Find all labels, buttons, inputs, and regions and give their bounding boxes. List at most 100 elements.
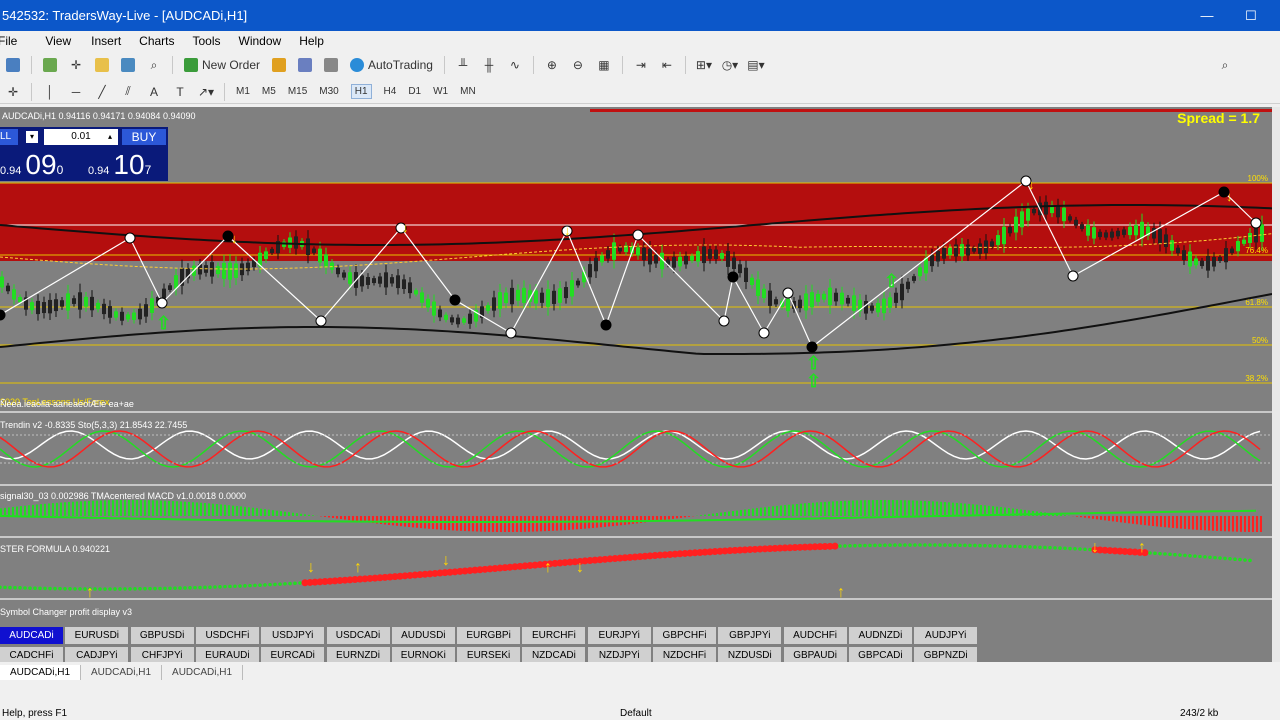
timeframe-m30[interactable]: M30 <box>319 86 338 97</box>
symbol-button-gbpchfi[interactable]: GBPCHFi <box>653 627 716 644</box>
autotrading-button[interactable]: AutoTrading <box>347 55 436 75</box>
symbol-button-gbpusdi[interactable]: GBPUSDi <box>130 627 194 644</box>
symbol-button-cadjpyi[interactable]: CADJPYi <box>65 647 129 662</box>
line-chart-icon[interactable]: ∿ <box>505 55 525 75</box>
menu-window[interactable]: Window <box>239 34 292 48</box>
symbol-button-nzdjpyi[interactable]: NZDJPYi <box>587 647 651 662</box>
sell-price[interactable]: 0.94 09 0 <box>0 149 63 180</box>
chart-tab[interactable]: AUDCADi,H1 <box>0 664 82 680</box>
horizontal-line-icon[interactable]: ─ <box>66 82 86 102</box>
candles-icon[interactable]: ╫ <box>479 55 499 75</box>
timeframe-w1[interactable]: W1 <box>433 86 448 97</box>
symbol-button-gbpaudi[interactable]: GBPAUDi <box>783 647 847 662</box>
timeframe-mn[interactable]: MN <box>460 86 476 97</box>
timeframe-m15[interactable]: M15 <box>288 86 307 97</box>
symbol-button-audjpyi[interactable]: AUDJPYi <box>914 627 978 644</box>
menu-insert[interactable]: Insert <box>91 34 131 48</box>
candle-body <box>1068 216 1072 221</box>
new-order-button[interactable]: New Order <box>181 55 263 75</box>
menu-help[interactable]: Help <box>299 34 334 48</box>
text-icon[interactable]: A <box>144 82 164 102</box>
macd-bar <box>872 500 874 516</box>
timeframe-h1[interactable]: H1 <box>350 84 372 99</box>
timeframe-m1[interactable]: M1 <box>236 86 250 97</box>
symbol-button-cadchfi[interactable]: CADCHFi <box>0 647 63 662</box>
new-chart-icon[interactable] <box>3 55 23 75</box>
price-chart[interactable]: 100%76.4%61.8%50%38.2%⇧⇧⇧⇧↓↓↓↓↓↑↓ ↑ ↓ ↑ ↓↑↓ ↑ <box>0 107 1272 662</box>
zoom-out-icon[interactable]: ⊖ <box>568 55 588 75</box>
symbol-button-gbpnzdi[interactable]: GBPNZDi <box>914 647 978 662</box>
symbol-button-eurseki[interactable]: EURSEKi <box>457 647 521 662</box>
menu-file[interactable]: File <box>0 34 27 48</box>
profiles-icon[interactable] <box>40 55 60 75</box>
symbol-button-nzdcadi[interactable]: NZDCADi <box>522 647 586 662</box>
folder-icon[interactable] <box>92 55 112 75</box>
vertical-scrollbar[interactable] <box>1272 107 1280 662</box>
market-watch-icon[interactable] <box>118 55 138 75</box>
tile-windows-icon[interactable]: ▦ <box>594 55 614 75</box>
symbol-button-euraudi[interactable]: EURAUDi <box>195 647 259 662</box>
cursor-icon[interactable]: ✛ <box>3 82 23 102</box>
symbol-button-eurjpyi[interactable]: EURJPYi <box>587 627 651 644</box>
symbol-button-eurcadi[interactable]: EURCADi <box>261 647 325 662</box>
indicators-icon[interactable]: ⊞▾ <box>694 55 714 75</box>
signals-icon[interactable] <box>295 55 315 75</box>
timeframe-d1[interactable]: D1 <box>408 86 421 97</box>
trendline-icon[interactable]: ╱ <box>92 82 112 102</box>
chart-window[interactable]: 100% 76.4% 61.8% 50% 38.2% ⇧ ⇧ ⇧ ⇧ ↓ ↓ ↓ ↓ ↓ ↑ ↓ ↑ ↓ ↑ ↓ ↑ ↓ ↑… <box>0 107 1272 662</box>
symbol-button-gbpcadi[interactable]: GBPCADi <box>848 647 912 662</box>
symbol-button-audcadi[interactable]: AUDCADi <box>0 627 63 644</box>
lot-up-icon[interactable]: ▴ <box>104 131 116 143</box>
symbol-button-chfjpyi[interactable]: CHFJPYi <box>130 647 194 662</box>
chart-tab[interactable]: AUDCADi,H1 <box>81 664 163 680</box>
gold-icon[interactable] <box>269 55 289 75</box>
symbol-button-eurusdi[interactable]: EURUSDi <box>65 627 129 644</box>
search-icon[interactable]: ⌕ <box>144 55 164 75</box>
symbol-button-usdcadi[interactable]: USDCADi <box>326 627 390 644</box>
lot-down-icon[interactable]: ▾ <box>26 131 38 143</box>
templates-icon[interactable]: ▤▾ <box>746 55 766 75</box>
standard-toolbar: ✛ ⌕ New Order AutoTrading ╨ ╫ ∿ ⊕ ⊖ ▦ ⇥ … <box>0 52 1280 78</box>
symbol-button-audusdi[interactable]: AUDUSDi <box>391 627 455 644</box>
symbol-button-nzdchfi[interactable]: NZDCHFi <box>653 647 716 662</box>
periods-icon[interactable]: ◷▾ <box>720 55 740 75</box>
bar-chart-icon[interactable]: ╨ <box>453 55 473 75</box>
formula-dot <box>883 543 887 548</box>
timeframe-m5[interactable]: M5 <box>262 86 276 97</box>
formula-dot <box>218 585 222 589</box>
label-icon[interactable]: T <box>170 82 190 102</box>
buy-price[interactable]: 0.94 10 7 <box>88 149 151 180</box>
menu-view[interactable]: View <box>45 34 81 48</box>
symbol-button-eurchfi[interactable]: EURCHFi <box>522 627 586 644</box>
symbol-button-eurnzdi[interactable]: EURNZDi <box>326 647 390 662</box>
channel-icon[interactable]: ⫽ <box>118 82 138 102</box>
timeframe-h4[interactable]: H4 <box>384 86 397 97</box>
zoom-in-icon[interactable]: ⊕ <box>542 55 562 75</box>
symbol-button-audnzdi[interactable]: AUDNZDi <box>848 627 912 644</box>
symbol-button-eurnoki[interactable]: EURNOKi <box>391 647 455 662</box>
menu-charts[interactable]: Charts <box>139 34 184 48</box>
symbol-changer-label: Symbol Changer profit display v3 <box>0 607 133 617</box>
candle-body <box>390 277 394 284</box>
auto-scroll-icon[interactable]: ⇥ <box>631 55 651 75</box>
sell-button[interactable]: LL <box>0 129 18 145</box>
symbol-button-eurgbpi[interactable]: EURGBPi <box>457 627 521 644</box>
arrows-icon[interactable]: ↗▾ <box>196 82 216 102</box>
crosshair-icon[interactable]: ✛ <box>66 55 86 75</box>
symbol-button-usdchfi[interactable]: USDCHFi <box>195 627 259 644</box>
macd-bar <box>936 501 938 516</box>
options-icon[interactable] <box>321 55 341 75</box>
maximize-button[interactable]: ☐ <box>1228 0 1274 31</box>
symbol-button-usdjpyi[interactable]: USDJPYi <box>261 627 325 644</box>
minimize-button[interactable]: — <box>1184 0 1230 31</box>
chart-tab[interactable]: AUDCADi,H1 <box>162 664 244 680</box>
symbol-button-nzdusdi[interactable]: NZDUSDi <box>718 647 782 662</box>
macd-bar <box>864 500 866 516</box>
buy-button[interactable]: BUY <box>122 129 166 145</box>
symbol-button-audchfi[interactable]: AUDCHFi <box>783 627 847 644</box>
symbol-button-gbpjpyi[interactable]: GBPJPYi <box>718 627 782 644</box>
chart-shift-icon[interactable]: ⇤ <box>657 55 677 75</box>
search-icon[interactable]: ⌕ <box>1215 55 1235 75</box>
menu-tools[interactable]: Tools <box>193 34 231 48</box>
vertical-line-icon[interactable]: │ <box>40 82 60 102</box>
